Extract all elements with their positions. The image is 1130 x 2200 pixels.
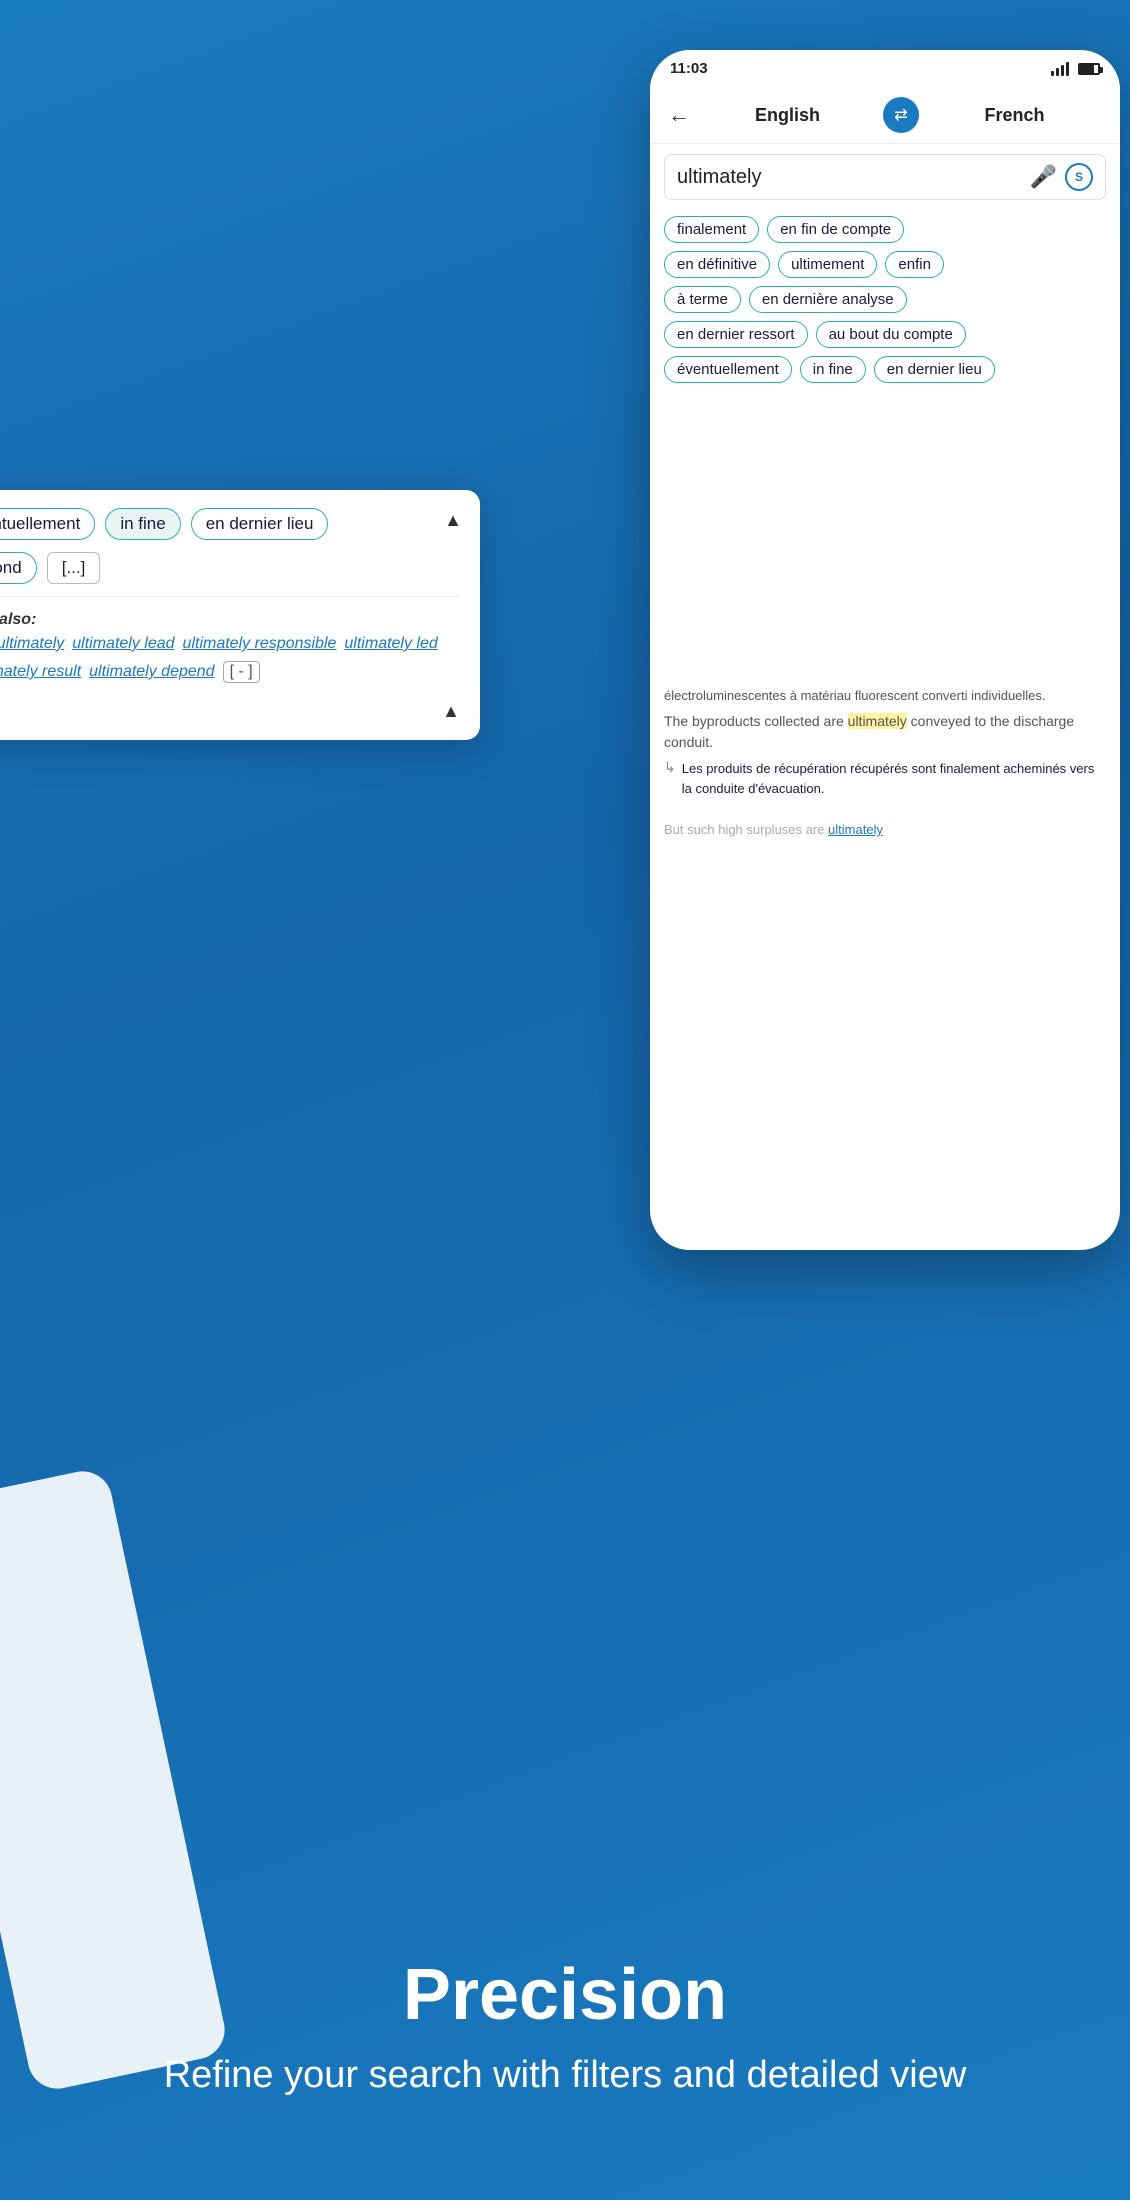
- expanded-popup: éventuellement in fine en dernier lieu a…: [0, 490, 480, 740]
- signal-icon: [1051, 62, 1069, 76]
- chip-in-fine[interactable]: in fine: [800, 356, 866, 383]
- try-link-6[interactable]: ultimately depend: [89, 663, 214, 681]
- swap-languages-button[interactable]: ⇄: [883, 97, 919, 133]
- chips-row-5: éventuellement in fine en dernier lieu: [664, 356, 1106, 383]
- try-link-5[interactable]: ultimately result: [0, 663, 81, 681]
- try-link-2[interactable]: ultimately lead: [72, 635, 174, 653]
- example-en-1: The byproducts collected are ultimately …: [664, 711, 1106, 753]
- microphone-icon[interactable]: 🎤: [1030, 164, 1057, 190]
- chip-eventuellement[interactable]: éventuellement: [664, 356, 792, 383]
- chip-en-fin-de-compte[interactable]: en fin de compte: [767, 216, 904, 243]
- bg-star-icon: ☆: [0, 1488, 102, 1556]
- chips-row-1: finalement en fin de compte: [664, 216, 1106, 243]
- try-also-section: Try also: but ultimately ultimately lead…: [0, 596, 460, 697]
- example-fr-1-container: ↳ Les produits de récupération récupérés…: [664, 759, 1106, 810]
- example-sentence-fr-partial: électroluminescentes à matériau fluoresc…: [664, 687, 1106, 705]
- search-bar[interactable]: ultimately 🎤 S: [664, 154, 1106, 200]
- try-also-collapse-icon[interactable]: ▲: [442, 701, 460, 722]
- popup-chips-row-1: éventuellement in fine en dernier lieu: [0, 508, 460, 540]
- bottom-section: Precision Refine your search with filter…: [0, 1939, 1130, 2120]
- popup-chip-in-fine[interactable]: in fine: [105, 508, 180, 540]
- try-more-button[interactable]: [ - ]: [223, 661, 260, 683]
- language-from[interactable]: English: [700, 105, 875, 126]
- popup-chip-en-dernier-lieu[interactable]: en dernier lieu: [191, 508, 329, 540]
- try-link-1[interactable]: but ultimately: [0, 635, 64, 653]
- chip-en-derniere-analyse[interactable]: en dernière analyse: [749, 286, 907, 313]
- status-time: 11:03: [670, 60, 708, 77]
- try-link-4[interactable]: ultimately led: [344, 635, 437, 653]
- bg-phone-text: nte: [0, 1612, 124, 1663]
- chip-a-terme[interactable]: à terme: [664, 286, 741, 313]
- chip-finalement[interactable]: finalement: [664, 216, 759, 243]
- try-also-links: but ultimately ultimately lead ultimatel…: [0, 635, 440, 683]
- swap-icon: ⇄: [894, 105, 907, 125]
- settings-label: S: [1075, 170, 1083, 184]
- settings-button[interactable]: S: [1065, 163, 1093, 191]
- main-phone: 11:03 ← English ⇄ French ultimately 🎤 S: [650, 50, 1120, 1250]
- chip-en-definitive[interactable]: en définitive: [664, 251, 770, 278]
- search-query: ultimately: [677, 166, 1030, 189]
- collapse-arrow-icon[interactable]: ▲: [444, 510, 462, 531]
- chips-row-2: en définitive ultimement enfin: [664, 251, 1106, 278]
- battery-icon: [1078, 63, 1100, 75]
- chips-row-4: en dernier ressort au bout du compte: [664, 321, 1106, 348]
- try-also-label: Try also:: [0, 611, 36, 628]
- chips-row-3: à terme en dernière analyse: [664, 286, 1106, 313]
- app-header: ← English ⇄ French: [650, 87, 1120, 144]
- chip-en-dernier-lieu[interactable]: en dernier lieu: [874, 356, 995, 383]
- example-partial: But such high surpluses are ultimately: [664, 822, 1106, 837]
- precision-subtitle: Refine your search with filters and deta…: [60, 2051, 1070, 2100]
- bg-speaker-icon: 🔔: [0, 1550, 115, 1618]
- highlight-ultimately: ultimately: [848, 713, 907, 729]
- popup-chip-eventuellement[interactable]: éventuellement: [0, 508, 95, 540]
- chip-au-bout-du-compte[interactable]: au bout du compte: [816, 321, 966, 348]
- examples-area: électroluminescentes à matériau fluoresc…: [650, 677, 1120, 847]
- status-icons: [1051, 62, 1100, 76]
- arrow-icon: ↳: [664, 759, 676, 776]
- chip-enfin[interactable]: enfin: [885, 251, 944, 278]
- chip-ultimement[interactable]: ultimement: [778, 251, 877, 278]
- example-fr-1: Les produits de récupération récupérés s…: [682, 759, 1106, 798]
- back-button[interactable]: ←: [668, 102, 690, 128]
- status-bar: 11:03: [650, 50, 1120, 87]
- popup-chip-more[interactable]: [...]: [47, 552, 101, 584]
- popup-chip-au-fond[interactable]: au fond: [0, 552, 37, 584]
- chip-en-dernier-ressort[interactable]: en dernier ressort: [664, 321, 808, 348]
- popup-chips-row-2: au fond [...]: [0, 552, 460, 584]
- precision-title: Precision: [60, 1959, 1070, 2031]
- try-link-3[interactable]: ultimately responsible: [183, 635, 337, 653]
- language-to[interactable]: French: [927, 105, 1102, 126]
- translations-area: finalement en fin de compte en définitiv…: [650, 210, 1120, 397]
